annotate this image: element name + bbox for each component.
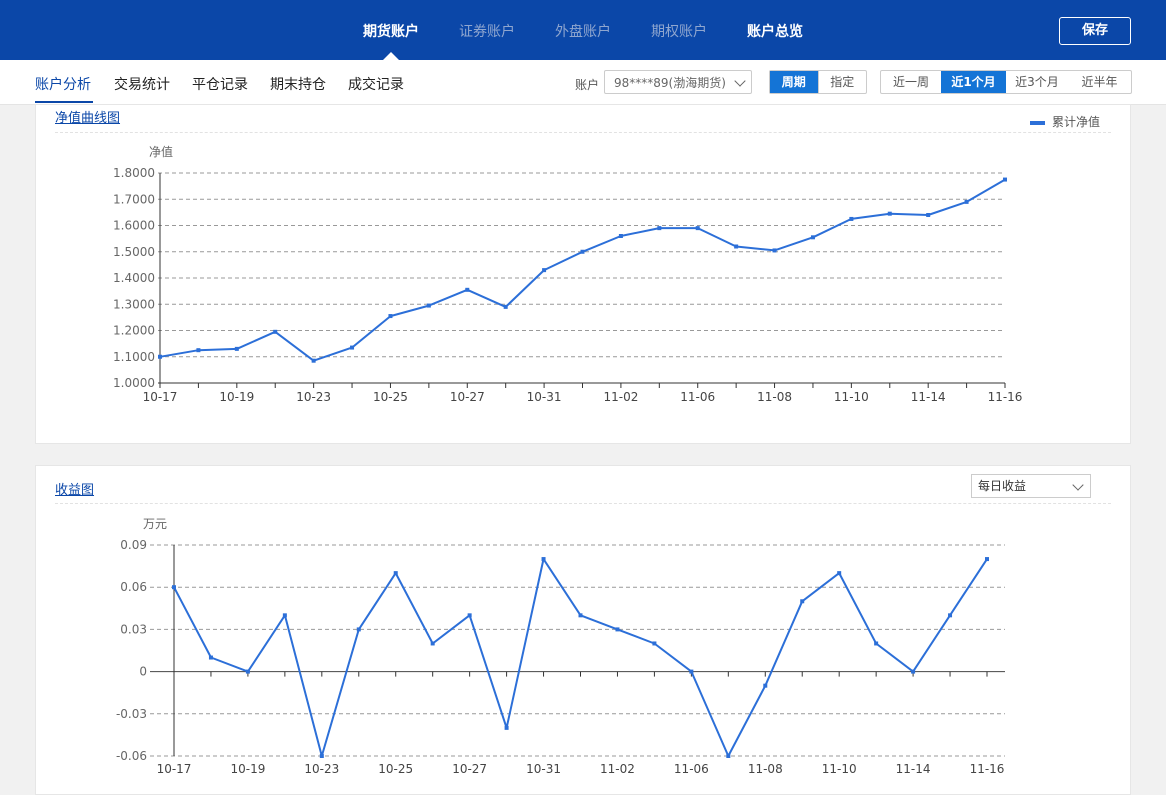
tab-securities-account[interactable]: 证券账户 (459, 21, 515, 41)
netvalue-panel: 净值曲线图 累计净值 (35, 104, 1131, 444)
account-type-tabs: 期货账户 证券账户 外盘账户 期权账户 账户总览 (0, 0, 1166, 60)
subtab-trade-stats[interactable]: 交易统计 (114, 74, 170, 94)
period-1week-button[interactable]: 近一周 (881, 71, 941, 93)
account-select-value: 98****89(渤海期货) (614, 76, 726, 90)
chevron-down-icon (734, 75, 746, 87)
tab-foreign-account[interactable]: 外盘账户 (555, 21, 611, 41)
panel-divider (55, 132, 1111, 133)
subtab-account-analysis[interactable]: 账户分析 (35, 74, 91, 94)
mode-period-button[interactable]: 周期 (770, 71, 818, 93)
active-tab-indicator (35, 101, 93, 103)
chevron-down-icon (1072, 479, 1084, 491)
top-bar: 期货账户 证券账户 外盘账户 期权账户 账户总览 保存 (0, 0, 1166, 60)
profit-type-select[interactable]: 每日收益 (971, 474, 1091, 498)
account-select[interactable]: 98****89(渤海期货) (604, 70, 752, 94)
profit-type-value: 每日收益 (978, 479, 1027, 493)
period-3month-button[interactable]: 近3个月 (1006, 71, 1068, 93)
period-toggle: 近一周 近1个月 近3个月 近半年 (880, 70, 1132, 94)
subtab-end-positions[interactable]: 期末持仓 (270, 74, 326, 94)
tab-account-overview[interactable]: 账户总览 (747, 21, 803, 41)
legend-swatch (1029, 120, 1045, 125)
period-1month-button[interactable]: 近1个月 (941, 71, 1006, 93)
tab-options-account[interactable]: 期权账户 (651, 21, 707, 41)
tab-futures-account[interactable]: 期货账户 (363, 21, 419, 41)
legend-label: 累计净值 (1051, 115, 1100, 129)
netvalue-panel-title[interactable]: 净值曲线图 (55, 107, 120, 126)
subtab-close-records[interactable]: 平仓记录 (192, 74, 248, 94)
sub-nav-bar: 账户分析 交易统计 平仓记录 期末持仓 成交记录 账户 98****89(渤海期… (0, 60, 1166, 105)
account-label: 账户 (575, 78, 600, 92)
save-button[interactable]: 保存 (1059, 17, 1131, 45)
subtab-deal-records[interactable]: 成交记录 (348, 74, 404, 94)
period-halfyear-button[interactable]: 近半年 (1068, 71, 1131, 93)
caret-up-icon (383, 52, 399, 60)
profit-panel: 收益图 每日收益 (35, 465, 1131, 795)
profit-panel-title[interactable]: 收益图 (55, 479, 94, 498)
mode-custom-button[interactable]: 指定 (817, 71, 867, 93)
netvalue-legend[interactable]: 累计净值 (1029, 113, 1100, 130)
panel-divider (55, 503, 1111, 504)
mode-toggle: 周期 指定 (769, 70, 867, 94)
